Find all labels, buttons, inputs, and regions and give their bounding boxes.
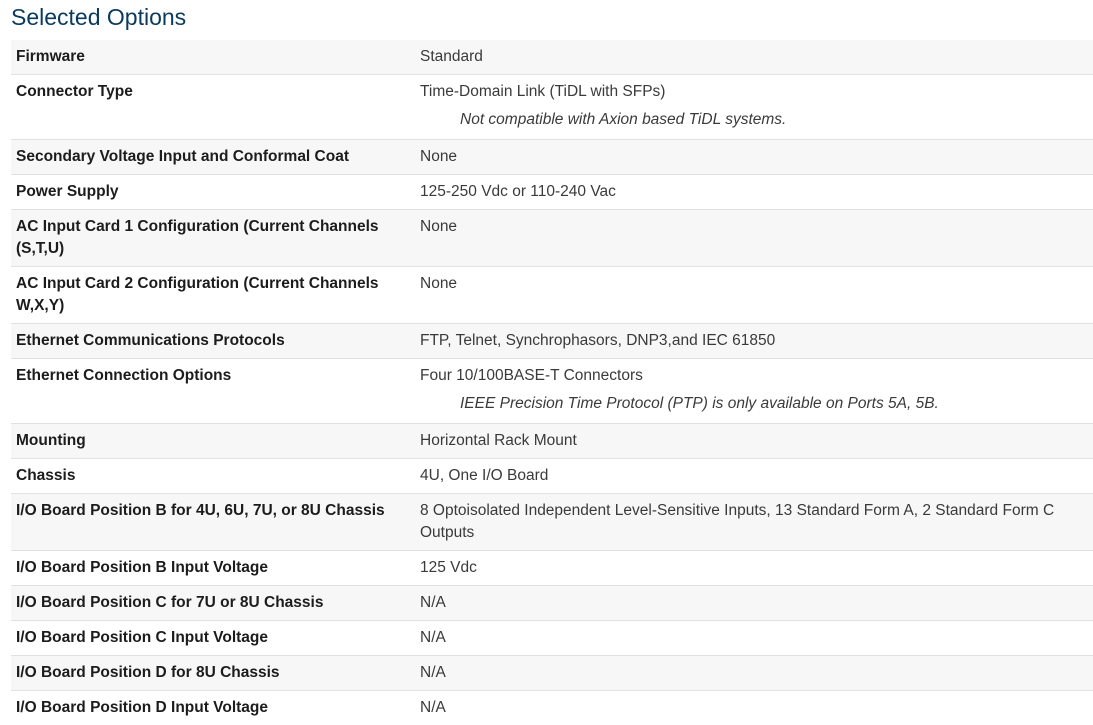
selected-options-page: Selected Options Firmware Standard Conne… [0, 0, 1093, 725]
option-label: Firmware [11, 40, 415, 75]
option-value: 125 Vdc [420, 559, 477, 576]
option-label: Mounting [11, 423, 415, 459]
option-label: I/O Board Position D Input Voltage [11, 690, 415, 725]
option-row-io-board-c-voltage: I/O Board Position C Input Voltage N/A [11, 620, 1093, 656]
option-value-cell: None [415, 209, 1093, 267]
option-value: Four 10/100BASE-T Connectors [420, 367, 643, 384]
option-label: Power Supply [11, 174, 415, 210]
option-row-io-board-c: I/O Board Position C for 7U or 8U Chassi… [11, 585, 1093, 621]
option-row-secondary-voltage: Secondary Voltage Input and Conformal Co… [11, 139, 1093, 175]
option-value: 4U, One I/O Board [420, 467, 549, 484]
option-value-cell: N/A [415, 690, 1093, 725]
option-row-io-board-d: I/O Board Position D for 8U Chassis N/A [11, 655, 1093, 691]
option-label: I/O Board Position C Input Voltage [11, 620, 415, 656]
option-value: FTP, Telnet, Synchrophasors, DNP3,and IE… [420, 332, 776, 349]
option-value: Standard [420, 48, 483, 65]
option-note: IEEE Precision Time Protocol (PTP) is on… [460, 395, 939, 412]
option-value: 8 Optoisolated Independent Level-Sensiti… [420, 502, 1055, 541]
option-value: N/A [420, 629, 446, 646]
option-row-chassis: Chassis 4U, One I/O Board [11, 458, 1093, 494]
option-row-ethernet-connection: Ethernet Connection Options Four 10/100B… [11, 358, 1093, 424]
option-value-cell: FTP, Telnet, Synchrophasors, DNP3,and IE… [415, 323, 1093, 359]
option-value-cell: 125 Vdc [415, 550, 1093, 586]
option-label: Chassis [11, 458, 415, 494]
option-value-cell: N/A [415, 585, 1093, 621]
option-value: 125-250 Vdc or 110-240 Vac [420, 183, 616, 200]
option-row-power-supply: Power Supply 125-250 Vdc or 110-240 Vac [11, 174, 1093, 210]
option-row-firmware: Firmware Standard [11, 40, 1093, 75]
option-value: None [420, 148, 458, 165]
option-row-ethernet-protocols: Ethernet Communications Protocols FTP, T… [11, 323, 1093, 359]
option-value-cell: N/A [415, 620, 1093, 656]
option-label: AC Input Card 1 Configuration (Current C… [11, 209, 415, 267]
option-row-connector-type: Connector Type Time-Domain Link (TiDL wi… [11, 74, 1093, 140]
option-label: AC Input Card 2 Configuration (Current C… [11, 266, 415, 324]
option-value: N/A [420, 664, 446, 681]
option-label: I/O Board Position B for 4U, 6U, 7U, or … [11, 493, 415, 551]
option-row-mounting: Mounting Horizontal Rack Mount [11, 423, 1093, 459]
option-label: Connector Type [11, 74, 415, 140]
option-value: Horizontal Rack Mount [420, 432, 577, 449]
option-value-cell: 4U, One I/O Board [415, 458, 1093, 494]
option-value-cell: 8 Optoisolated Independent Level-Sensiti… [415, 493, 1093, 551]
option-value-cell: Horizontal Rack Mount [415, 423, 1093, 459]
option-value: N/A [420, 594, 446, 611]
option-label: I/O Board Position B Input Voltage [11, 550, 415, 586]
option-row-io-board-b: I/O Board Position B for 4U, 6U, 7U, or … [11, 493, 1093, 551]
option-value-cell: N/A [415, 655, 1093, 691]
option-row-ac-input-card-1: AC Input Card 1 Configuration (Current C… [11, 209, 1093, 267]
option-value: None [420, 275, 458, 292]
option-value-cell: Time-Domain Link (TiDL with SFPs) Not co… [415, 74, 1093, 140]
option-note: Not compatible with Axion based TiDL sys… [460, 111, 787, 128]
option-label: I/O Board Position C for 7U or 8U Chassi… [11, 585, 415, 621]
option-value: None [420, 218, 458, 235]
options-table: Firmware Standard Connector Type Time-Do… [11, 40, 1093, 725]
option-label: Ethernet Communications Protocols [11, 323, 415, 359]
option-value: Time-Domain Link (TiDL with SFPs) [420, 83, 666, 100]
option-label: Ethernet Connection Options [11, 358, 415, 424]
option-row-io-board-b-voltage: I/O Board Position B Input Voltage 125 V… [11, 550, 1093, 586]
option-value-cell: None [415, 139, 1093, 175]
option-value-cell: Four 10/100BASE-T Connectors IEEE Precis… [415, 358, 1093, 424]
option-value-cell: Standard [415, 40, 1093, 75]
option-row-ac-input-card-2: AC Input Card 2 Configuration (Current C… [11, 266, 1093, 324]
option-row-io-board-d-voltage: I/O Board Position D Input Voltage N/A [11, 690, 1093, 725]
option-label: Secondary Voltage Input and Conformal Co… [11, 139, 415, 175]
section-title: Selected Options [11, 4, 187, 30]
option-value-cell: 125-250 Vdc or 110-240 Vac [415, 174, 1093, 210]
option-value: N/A [420, 699, 446, 716]
option-value-cell: None [415, 266, 1093, 324]
option-label: I/O Board Position D for 8U Chassis [11, 655, 415, 691]
